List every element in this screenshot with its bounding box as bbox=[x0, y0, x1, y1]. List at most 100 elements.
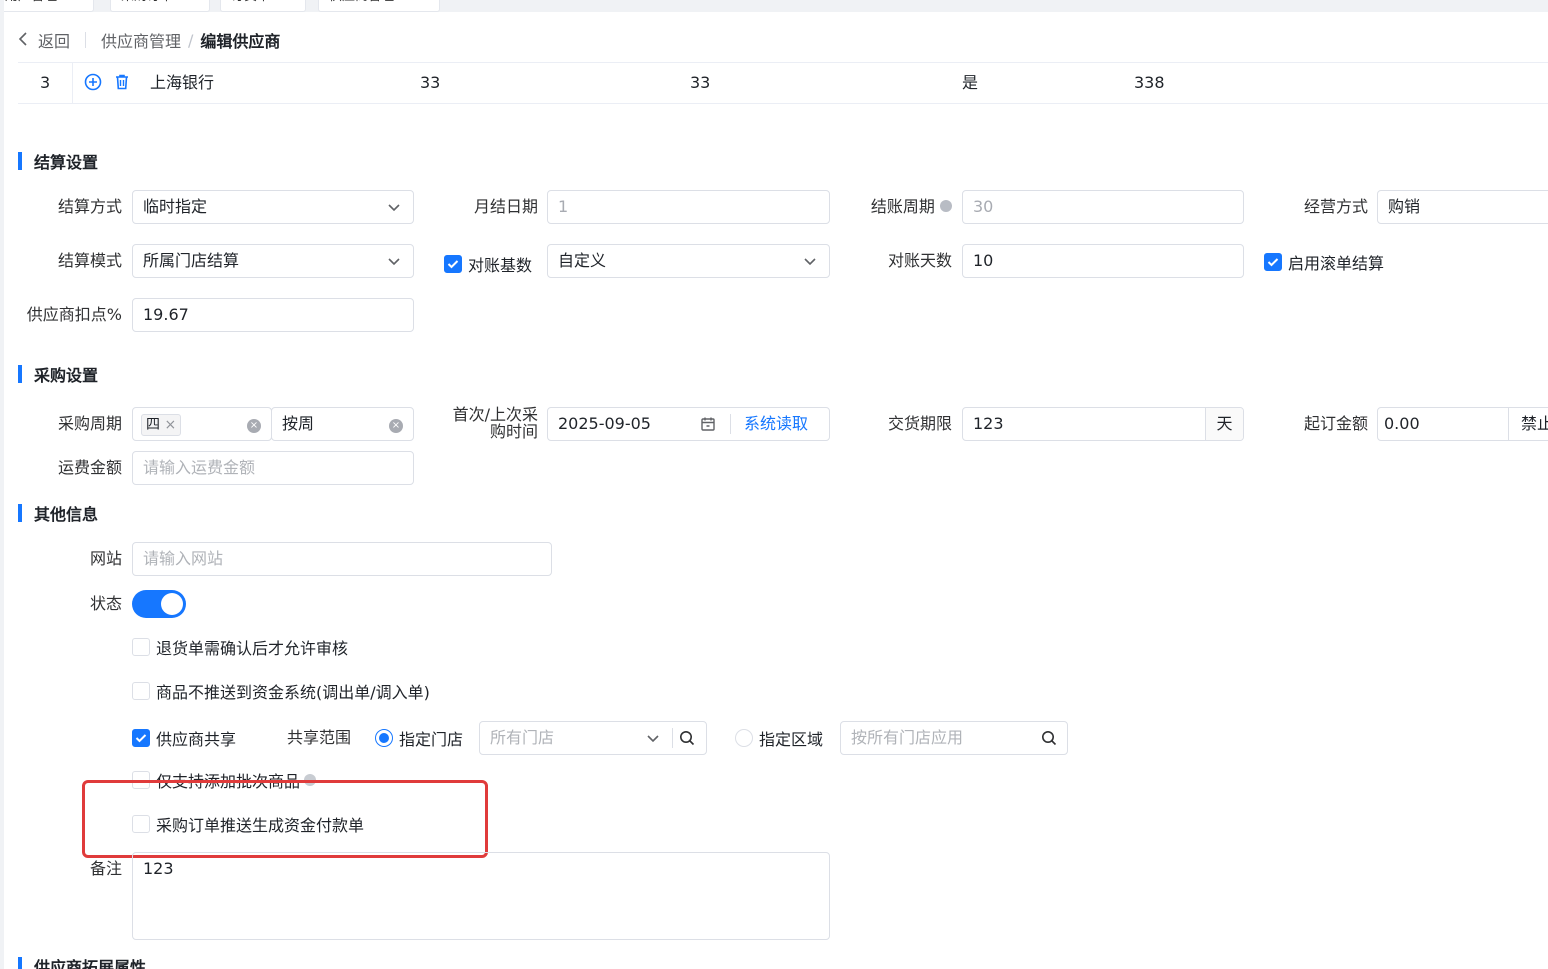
rolling-settlement-checkbox[interactable]: 启用滚单结算 bbox=[1264, 250, 1384, 274]
tab-order[interactable]: 订货单 bbox=[220, 0, 306, 12]
reconcile-base-checkbox[interactable]: 对账基数 bbox=[444, 252, 532, 276]
reconcile-base-label: 对账基数 bbox=[468, 256, 533, 275]
settlement-method-value: 临时指定 bbox=[143, 197, 208, 216]
row-actions bbox=[84, 63, 131, 103]
chevron-down-icon bbox=[387, 191, 401, 223]
month-day-label: 月结日期 bbox=[473, 197, 538, 216]
section-bar bbox=[18, 152, 22, 170]
tab-users[interactable]: 用户管理 bbox=[0, 0, 94, 12]
divider bbox=[730, 414, 731, 434]
remark-label: 备注 bbox=[89, 859, 122, 878]
status-label: 状态 bbox=[89, 594, 122, 613]
page-tab-strip: 用户管理 采购订单 订货单 供应商管理 bbox=[0, 0, 1548, 12]
checkbox-icon bbox=[132, 638, 150, 656]
delete-icon[interactable] bbox=[113, 63, 131, 103]
supplier-share-label: 供应商共享 bbox=[156, 730, 237, 749]
checkbox-icon bbox=[132, 682, 150, 700]
deduct-label: 供应商扣点% bbox=[26, 305, 122, 324]
purchase-cycle-unit-select[interactable]: 按周 × bbox=[271, 407, 414, 441]
min-amount-suffix[interactable]: 禁止 bbox=[1508, 408, 1548, 440]
section-title-text: 供应商拓展属性 bbox=[34, 958, 147, 969]
highlight-annotation-box bbox=[82, 780, 488, 858]
section-purchase: 采购设置 bbox=[18, 364, 99, 385]
settlement-mode-label: 结算模式 bbox=[57, 251, 122, 270]
business-mode-label: 经营方式 bbox=[1303, 197, 1368, 216]
section-title-text: 其他信息 bbox=[34, 505, 99, 524]
first-purchase-time-label: 首次/上次采 购时间 bbox=[430, 406, 538, 440]
freight-input[interactable]: 请输入运费金额 bbox=[132, 451, 414, 485]
section-settlement: 结算设置 bbox=[18, 151, 98, 172]
chevron-down-icon bbox=[646, 722, 660, 754]
cycle-tag-text: 四 bbox=[146, 417, 160, 433]
supplier-share-checkbox[interactable]: 供应商共享 bbox=[132, 726, 236, 750]
system-read-button[interactable]: 系统读取 bbox=[744, 408, 808, 440]
delivery-term-input[interactable]: 123 天 bbox=[962, 407, 1244, 441]
clear-icon[interactable]: × bbox=[247, 417, 261, 433]
deduct-input[interactable]: 19.67 bbox=[132, 298, 414, 332]
search-icon[interactable] bbox=[1041, 722, 1057, 754]
settlement-mode-value: 所属门店结算 bbox=[143, 251, 240, 270]
designated-region-radio[interactable]: 指定区域 bbox=[735, 726, 823, 750]
no-push-funds-label: 商品不推送到资金系统(调出单/调入单) bbox=[156, 683, 430, 702]
left-edge bbox=[0, 0, 4, 969]
calendar-icon[interactable] bbox=[700, 408, 716, 440]
chevron-down-icon bbox=[387, 245, 401, 277]
status-toggle[interactable] bbox=[132, 590, 186, 618]
radio-selected-icon bbox=[375, 729, 393, 747]
return-confirm-checkbox[interactable]: 退货单需确认后才允许审核 bbox=[132, 635, 348, 659]
purchase-cycle-label: 采购周期 bbox=[57, 414, 122, 433]
row-index: 3 bbox=[18, 63, 73, 103]
month-day-input[interactable]: 1 bbox=[547, 190, 830, 224]
reconcile-days-label: 对账天数 bbox=[887, 251, 952, 270]
bank-col-a: 33 bbox=[420, 73, 441, 92]
tag-close-icon[interactable]: × bbox=[164, 417, 176, 433]
divider bbox=[672, 728, 673, 748]
checkbox-checked-icon bbox=[444, 255, 462, 273]
settlement-method-label: 结算方式 bbox=[57, 197, 122, 216]
region-select[interactable]: 按所有门店应用 bbox=[840, 721, 1068, 755]
reconcile-days-input[interactable]: 10 bbox=[962, 244, 1244, 278]
settlement-mode-select[interactable]: 所属门店结算 bbox=[132, 244, 414, 278]
store-select[interactable]: 所有门店 bbox=[479, 721, 707, 755]
bank-account-row: 3 上海银行 33 33 是 338 bbox=[18, 62, 1548, 104]
delivery-unit: 天 bbox=[1205, 408, 1243, 440]
designated-store-radio[interactable]: 指定门店 bbox=[375, 726, 463, 750]
delivery-term-label: 交货期限 bbox=[887, 414, 952, 433]
section-bar bbox=[18, 957, 22, 969]
section-other: 其他信息 bbox=[18, 503, 99, 524]
reconcile-base-select[interactable]: 自定义 bbox=[547, 244, 830, 278]
checkbox-checked-icon bbox=[1264, 253, 1282, 271]
section-bar bbox=[18, 365, 22, 383]
first-purchase-date-picker[interactable]: 2025-09-05 系统读取 bbox=[547, 407, 830, 441]
min-amount-label: 起订金额 bbox=[1303, 414, 1368, 433]
no-push-funds-checkbox[interactable]: 商品不推送到资金系统(调出单/调入单) bbox=[132, 679, 430, 703]
website-input[interactable]: 请输入网站 bbox=[132, 542, 552, 576]
breadcrumb-current: 编辑供应商 bbox=[200, 32, 281, 51]
breadcrumb-supplier-management[interactable]: 供应商管理 bbox=[101, 28, 181, 52]
back-label: 返回 bbox=[38, 32, 71, 51]
cycle-tag: 四 × bbox=[141, 414, 182, 436]
cycle-label: 结账周期 bbox=[870, 197, 935, 216]
tab-supplier-management[interactable]: 供应商管理 bbox=[318, 0, 440, 12]
business-mode-select[interactable]: 购销 bbox=[1377, 190, 1548, 224]
purchase-cycle-multiselect[interactable]: 四 × × bbox=[132, 407, 272, 441]
tab-purchase-orders[interactable]: 采购订单 bbox=[110, 0, 210, 12]
back-button[interactable]: 返回 bbox=[18, 28, 70, 52]
help-icon[interactable] bbox=[940, 200, 952, 212]
divider bbox=[85, 32, 87, 48]
search-icon[interactable] bbox=[679, 722, 695, 754]
add-circle-icon[interactable] bbox=[84, 63, 102, 103]
min-amount-value: 0.00 bbox=[1384, 414, 1420, 433]
cycle-input[interactable]: 30 bbox=[962, 190, 1244, 224]
section-title-text: 采购设置 bbox=[34, 366, 99, 385]
remark-textarea[interactable]: 123 bbox=[132, 852, 830, 940]
clear-icon[interactable]: × bbox=[389, 417, 403, 433]
section-bar bbox=[18, 504, 22, 522]
first-purchase-date-value: 2025-09-05 bbox=[558, 414, 651, 433]
store-select-placeholder: 所有门店 bbox=[490, 728, 555, 747]
return-confirm-label: 退货单需确认后才允许审核 bbox=[156, 639, 349, 658]
bank-col-b: 33 bbox=[690, 73, 711, 92]
settlement-method-select[interactable]: 临时指定 bbox=[132, 190, 414, 224]
checkbox-checked-icon bbox=[132, 729, 150, 747]
min-amount-input[interactable]: 0.00 禁止 bbox=[1377, 407, 1548, 441]
